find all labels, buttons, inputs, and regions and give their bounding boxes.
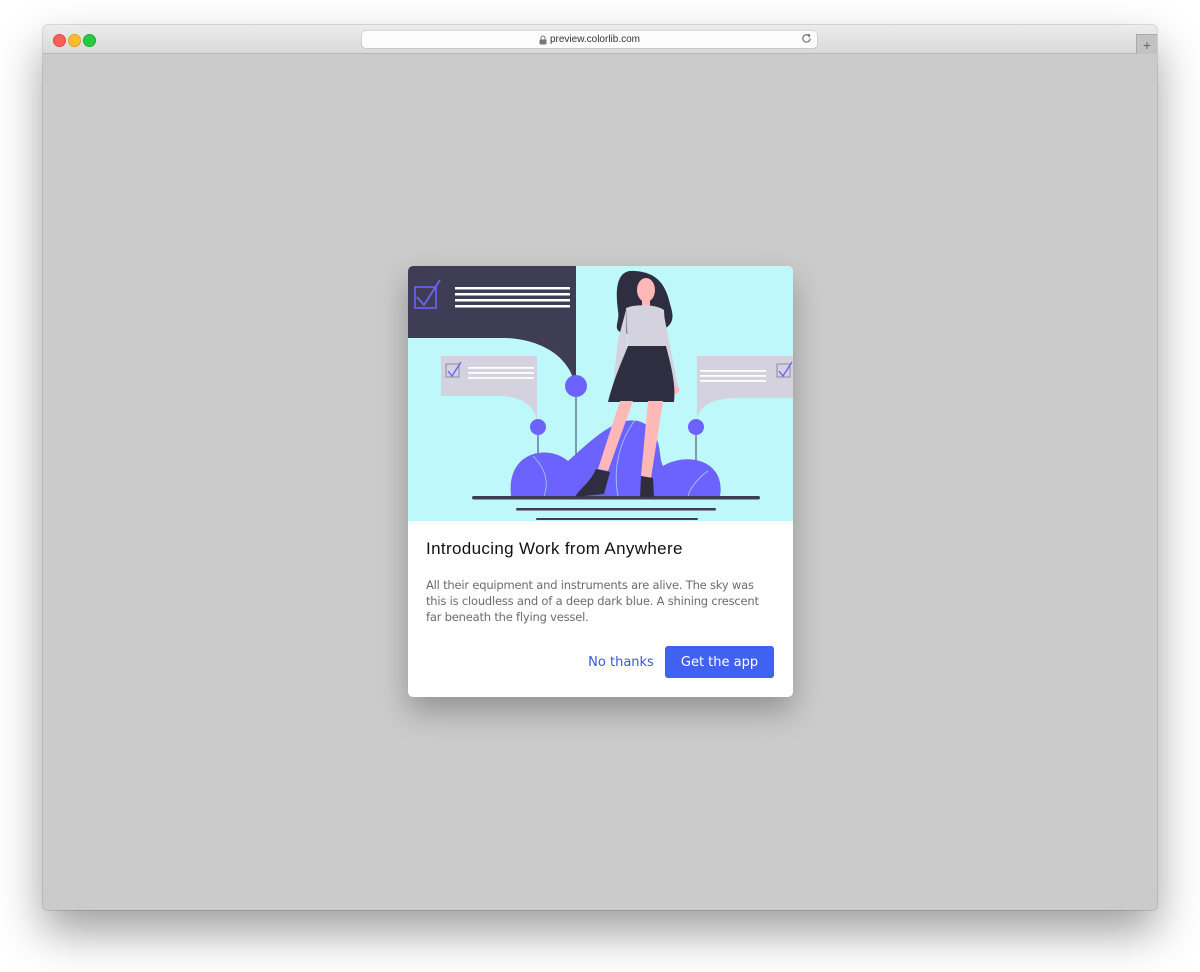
url-text: preview.colorlib.com xyxy=(549,34,641,45)
get-the-app-button[interactable]: Get the app xyxy=(665,646,774,678)
promo-modal: Introducing Work from Anywhere All their… xyxy=(408,266,793,697)
modal-title: Introducing Work from Anywhere xyxy=(426,539,683,558)
modal-description: All their equipment and instruments are … xyxy=(426,578,759,624)
browser-titlebar: preview.colorlib.com + xyxy=(43,25,1157,55)
work-anywhere-illustration xyxy=(408,266,793,521)
maximize-window-button[interactable] xyxy=(83,34,96,47)
new-tab-button[interactable]: + xyxy=(1136,34,1157,55)
no-thanks-button[interactable]: No thanks xyxy=(584,646,658,678)
page-viewport: Introducing Work from Anywhere All their… xyxy=(43,54,1157,910)
browser-window: preview.colorlib.com + Introducing Work … xyxy=(43,25,1157,910)
plus-icon: + xyxy=(1142,37,1152,53)
close-window-button[interactable] xyxy=(53,34,66,47)
minimize-window-button[interactable] xyxy=(68,34,81,47)
lock-icon xyxy=(539,35,547,44)
address-bar[interactable]: preview.colorlib.com xyxy=(362,31,817,48)
reload-icon[interactable] xyxy=(801,33,812,44)
